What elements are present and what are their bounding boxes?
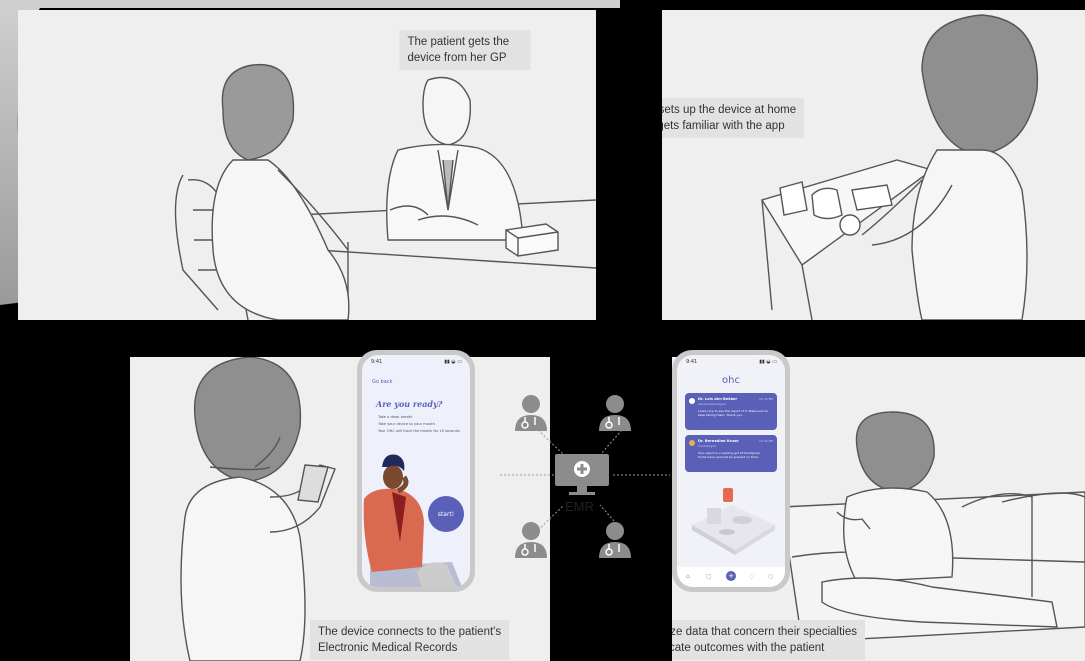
instruction-line-2: Take your device to your mouth (378, 422, 435, 426)
chat-icon[interactable]: ◌ (749, 573, 754, 580)
doctor-icon (597, 393, 633, 433)
status-time: 9:41 (686, 359, 698, 365)
status-time: 9:41 (371, 359, 383, 365)
message-sender: Dr. Bernadine Kruse (698, 439, 739, 443)
message-text: Looks nice to see the report of it. Make… (698, 409, 768, 418)
caption-home-setup-line2: and gets familiar with the app (662, 120, 785, 132)
phone-screen-right: 9:41 ▮▮ ◒ ▭ ohc Dr. Loïs den Bekker Gast… (677, 355, 785, 587)
caption-device-connects-line1: The device connects to the patient's (318, 626, 502, 638)
phone-screen-left: 9:41 ▮▮ ◒ ▭ Go back Are you ready? Take … (362, 355, 470, 587)
caption-home-setup-line1: She sets up the device at home (662, 104, 797, 116)
doctor-icon (513, 520, 549, 560)
instruction-line-3: Your OHC will track the breath for 10 se… (378, 429, 460, 433)
message-text: Your report is a reading got of the figu… (698, 451, 761, 460)
doctor-icon (597, 520, 633, 560)
ready-heading: Are you ready? (376, 399, 443, 409)
caption-doctors-analyze-line2: and communicate outcomes with the patien… (672, 642, 825, 654)
add-button[interactable]: + (726, 571, 736, 581)
message-time: 12:34 PM (759, 397, 773, 401)
status-icons: ▮▮ ◒ ▭ (444, 359, 462, 365)
start-button-label: start! (437, 510, 455, 518)
profile-icon[interactable]: ○ (768, 573, 773, 580)
doctor-avatar (689, 440, 695, 446)
message-sender-role: Cardiologist (698, 444, 716, 448)
message-time: 12:34 PM (759, 439, 773, 443)
phone-mockup-left: 9:41 ▮▮ ◒ ▭ Go back Are you ready? Take … (357, 350, 475, 592)
caption-home-setup: She sets up the device at home and gets … (662, 98, 805, 138)
panel-home-setup: She sets up the device at home and gets … (662, 10, 1085, 320)
emr-monitor-icon (553, 454, 611, 496)
message-card[interactable]: Dr. Loïs den Bekker Gastroenterologist 1… (685, 393, 777, 430)
ohc-logo: ohc (722, 375, 740, 386)
caption-gp-visit: The patient gets the device from her GP (399, 30, 531, 70)
caption-doctors-analyze-line1: Doctors analyze data that concern their … (672, 626, 857, 638)
doctor-icon (513, 393, 549, 433)
start-button[interactable]: start! (428, 496, 464, 532)
caption-device-connects: The device connects to the patient's Ele… (310, 620, 510, 660)
panel-device-connects: The device connects to the patient's Ele… (130, 357, 550, 661)
message-sender: Dr. Loïs den Bekker (698, 397, 738, 401)
illustration-breathing-woman (180, 357, 336, 661)
caption-device-connects-line2: Electronic Medical Records (318, 642, 458, 654)
calendar-icon[interactable]: ▢ (706, 573, 712, 580)
caption-doctors-analyze: Doctors analyze data that concern their … (672, 620, 865, 660)
back-link[interactable]: Go back (372, 379, 392, 385)
bottom-nav-bar: ⌂ ▢ + ◌ ○ (677, 567, 785, 587)
doctor-avatar (689, 398, 695, 404)
instruction-line-1: Take a deep breath (378, 415, 413, 419)
emr-label: EMR (565, 499, 594, 514)
home-icon[interactable]: ⌂ (686, 573, 690, 580)
phone-mockup-right: 9:41 ▮▮ ◒ ▭ ohc Dr. Loïs den Bekker Gast… (672, 350, 790, 592)
message-sender-role: Gastroenterologist (698, 402, 726, 406)
panel-gp-visit: The patient gets the device from her GP (18, 10, 596, 320)
illustration-home-setup (760, 14, 1039, 320)
status-icons: ▮▮ ◒ ▭ (759, 359, 777, 365)
message-card[interactable]: Dr. Bernadine Kruse Cardiologist 12:34 P… (685, 435, 777, 472)
device-3d-illustration (692, 488, 775, 555)
